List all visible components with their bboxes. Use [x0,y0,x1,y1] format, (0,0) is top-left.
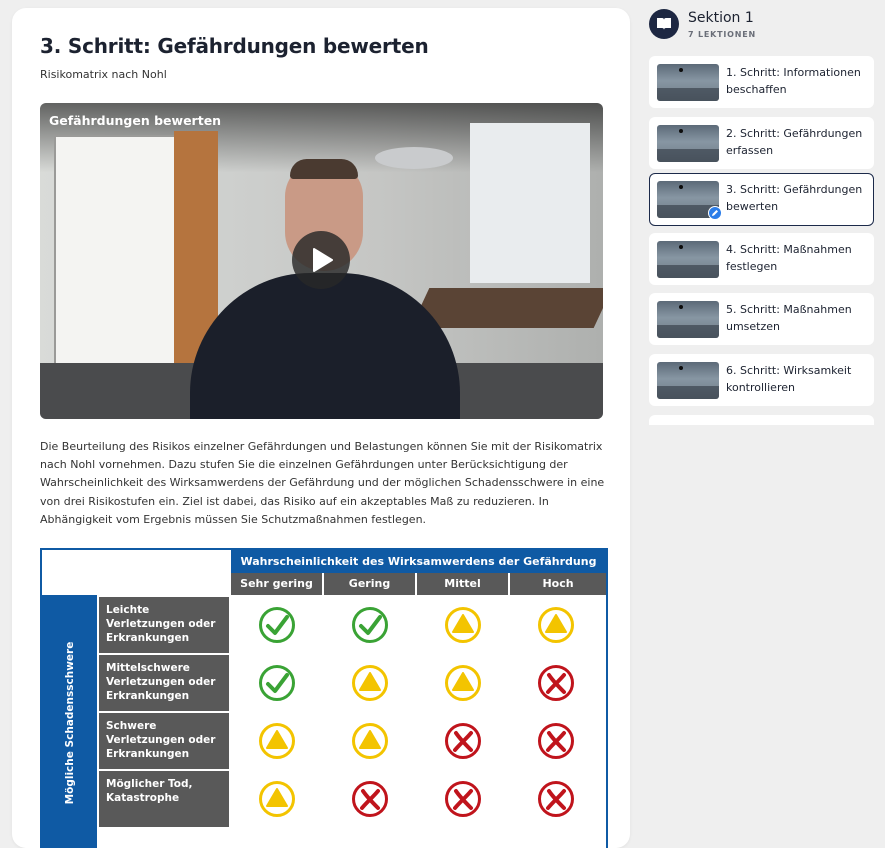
cross-icon [445,781,481,817]
matrix-row-label: Leichte Verletzungen oder Erkrankungen [99,597,229,653]
lesson-label: 4. Schritt: Maßnahmen festlegen [726,243,852,273]
play-button[interactable] [292,231,350,289]
lesson-item-5[interactable]: 5. Schritt: Maßnahmen umsetzen [649,293,874,345]
lesson-label: 6. Schritt: Wirksamkeit kontrollieren [726,364,852,394]
warning-icon [352,723,388,759]
check-icon [352,607,388,643]
matrix-cell [417,597,508,652]
lesson-item-7[interactable] [649,415,874,425]
matrix-cell [231,771,322,826]
cross-icon [445,723,481,759]
matrix-cell [231,655,322,710]
matrix-cell [417,713,508,768]
lesson-content: 3. Schritt: Gefährdungen bewerten Risiko… [12,8,630,848]
matrix-side-text: Mögliche Schadensschwere [63,641,76,804]
cross-icon [538,665,574,701]
lesson-label: 5. Schritt: Maßnahmen umsetzen [726,303,852,333]
lesson-item-4[interactable]: 4. Schritt: Maßnahmen festlegen [649,233,874,285]
play-icon [313,248,333,272]
lesson-thumbnail [657,301,719,338]
check-icon [259,607,295,643]
cross-icon [538,781,574,817]
matrix-cell [510,655,606,710]
book-icon [649,9,679,39]
matrix-cell [231,713,322,768]
warning-icon [352,665,388,701]
lesson-thumbnail [657,64,719,101]
check-icon [259,665,295,701]
matrix-cell [417,655,508,710]
lesson-label: 3. Schritt: Gefährdungen bewerten [726,183,863,213]
matrix-cell [510,771,606,826]
matrix-cell [324,771,415,826]
video-title: Gefährdungen bewerten [49,113,222,128]
warning-icon [538,607,574,643]
matrix-header: Wahrscheinlichkeit des Wirksamwerdens de… [231,550,606,573]
conference-table [410,288,603,328]
cross-icon [352,781,388,817]
matrix-cell [324,655,415,710]
matrix-cell [510,713,606,768]
lesson-item-6[interactable]: 6. Schritt: Wirksamkeit kontrollieren [649,354,874,406]
matrix-col-sehr-gering: Sehr gering [231,573,322,595]
video-player[interactable]: Gefährdungen bewerten [40,103,603,419]
lesson-item-1[interactable]: 1. Schritt: Informationen beschaffen [649,56,874,108]
matrix-col-hoch: Hoch [510,573,606,595]
matrix-row-label: Mittelschwere Verletzungen oder Erkranku… [99,655,229,711]
matrix-side-label: Mögliche Schadensschwere [42,595,97,848]
matrix-col-mittel: Mittel [417,573,508,595]
presenter-body [190,273,460,419]
cross-icon [538,723,574,759]
matrix-corner [42,550,231,595]
warning-icon [259,781,295,817]
section-title: Sektion 1 [688,10,754,26]
section-lesson-count: 7 LEKTIONEN [688,30,757,39]
matrix-cell [231,597,322,652]
lesson-thumbnail [657,241,719,278]
presenter-hair [290,159,358,179]
matrix-row-label: Möglicher Tod, Katastrophe [99,771,229,827]
warning-icon [259,723,295,759]
lesson-thumbnail [657,125,719,162]
lesson-item-3[interactable]: 3. Schritt: Gefährdungen bewerten [649,173,874,226]
matrix-cell [324,713,415,768]
page-title: 3. Schritt: Gefährdungen bewerten [40,34,429,58]
lesson-label: 2. Schritt: Gefährdungen erfassen [726,127,863,157]
lesson-item-2[interactable]: 2. Schritt: Gefährdungen erfassen [649,117,874,169]
matrix-row-label: Schwere Verletzungen oder Erkrankungen [99,713,229,769]
ceiling-lamp [375,147,453,169]
lesson-label: 1. Schritt: Informationen beschaffen [726,66,861,96]
page-subtitle: Risikomatrix nach Nohl [40,68,167,81]
risk-matrix: Wahrscheinlichkeit des Wirksamwerdens de… [40,548,608,848]
pencil-icon [708,206,722,220]
matrix-col-gering: Gering [324,573,415,595]
lesson-description: Die Beurteilung des Risikos einzelner Ge… [40,440,605,526]
warning-icon [445,665,481,701]
window [470,123,590,283]
lesson-thumbnail [657,362,719,399]
matrix-cell [510,597,606,652]
whiteboard [54,135,178,379]
matrix-cell [324,597,415,652]
matrix-cell [417,771,508,826]
warning-icon [445,607,481,643]
